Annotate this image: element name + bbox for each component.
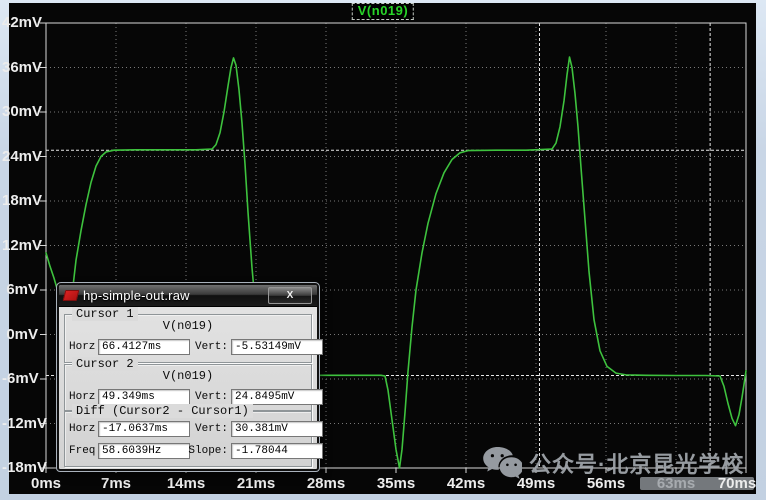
diff-vert-value[interactable]: [231, 421, 323, 437]
close-icon: X: [287, 290, 294, 301]
cursor1-group: Cursor 1 V(n019) Horz: Vert:: [64, 314, 312, 363]
y-axis-label[interactable]: 6mV: [2, 281, 38, 298]
watermark: 公众号·北京昆光学校: [482, 444, 744, 482]
cursor2-vert-label: Vert:: [188, 391, 228, 403]
x-axis-label[interactable]: 14ms: [161, 475, 211, 492]
trace-title-box[interactable]: V(n019): [352, 3, 414, 20]
x-axis-label[interactable]: 28ms: [301, 475, 351, 492]
y-axis-label[interactable]: -12mV: [2, 415, 38, 432]
y-axis-label[interactable]: 36mV: [2, 59, 38, 76]
y-axis-label[interactable]: 0mV: [2, 326, 38, 343]
cursor-dialog[interactable]: hp-simple-out.raw X Cursor 1 V(n019) Hor…: [57, 283, 319, 471]
cursor1-vert-value[interactable]: [231, 339, 323, 355]
diff-slope-label: Slope:: [188, 445, 228, 457]
y-axis-label[interactable]: -6mV: [2, 370, 38, 387]
x-axis-label[interactable]: 21ms: [231, 475, 281, 492]
y-axis-label[interactable]: 24mV: [2, 148, 38, 165]
diff-vert-label: Vert:: [188, 423, 228, 435]
x-axis-label[interactable]: 7ms: [91, 475, 141, 492]
diff-freq-value[interactable]: [98, 443, 190, 459]
dialog-titlebar[interactable]: hp-simple-out.raw X: [59, 285, 317, 307]
y-axis-label[interactable]: -18mV: [2, 459, 38, 476]
close-button[interactable]: X: [268, 287, 312, 304]
ltspice-waveform-window: V(n019) 42mV 36mV 30mV 24mV 18mV 12mV 6mV 0mV -6…: [0, 0, 766, 500]
diff-horz-value[interactable]: [98, 421, 190, 437]
diff-group-label: Diff (Cursor2 - Cursor1): [72, 404, 253, 418]
x-axis-label[interactable]: 35ms: [371, 475, 421, 492]
cursor1-trace-name: V(n019): [65, 319, 311, 333]
ltspice-icon: [63, 290, 80, 301]
y-axis-label[interactable]: 42mV: [2, 14, 38, 31]
wechat-icon: [482, 446, 522, 480]
cursor1-horz-value[interactable]: [98, 339, 190, 355]
diff-group: Diff (Cursor2 - Cursor1) Horz: Vert: Fre…: [64, 411, 312, 467]
diff-slope-value[interactable]: [231, 443, 323, 459]
x-axis-label[interactable]: 0ms: [21, 475, 71, 492]
dialog-title: hp-simple-out.raw: [83, 288, 190, 303]
y-axis-label[interactable]: 12mV: [2, 237, 38, 254]
cursor1-vert-label: Vert:: [188, 341, 228, 353]
y-axis-label[interactable]: 30mV: [2, 103, 38, 120]
x-axis-label[interactable]: 70ms: [712, 475, 762, 492]
cursor2-horz-value[interactable]: [98, 389, 190, 405]
cursor2-vert-value[interactable]: [231, 389, 323, 405]
dialog-body: Cursor 1 V(n019) Horz: Vert: Cursor 2 V(…: [59, 307, 317, 468]
trace-title-label: V(n019): [358, 3, 408, 18]
cursor2-trace-name: V(n019): [65, 369, 311, 383]
y-axis-label[interactable]: 18mV: [2, 192, 38, 209]
